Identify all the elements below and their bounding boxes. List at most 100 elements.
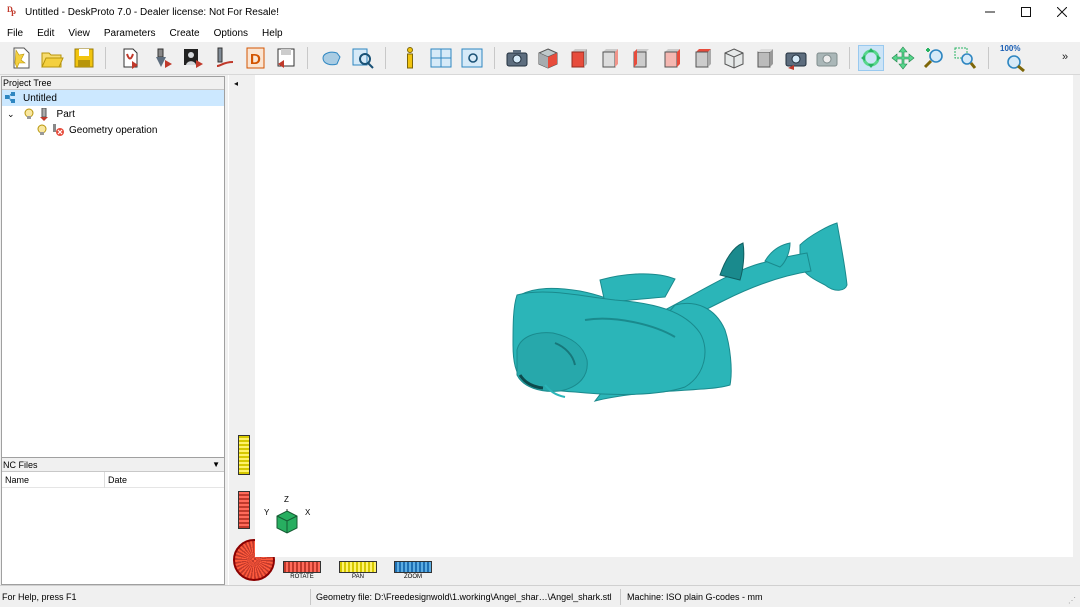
simulation-icon: [322, 51, 341, 66]
cube-left-icon: [633, 49, 649, 68]
view-left-button[interactable]: [628, 45, 654, 71]
3d-viewport[interactable]: Z Y X: [255, 75, 1073, 557]
axis-triad-cube-icon: [276, 509, 298, 534]
tree-label-part: Part: [56, 108, 75, 120]
left-panel: Project Tree Untitled ⌄ Part Geometry op…: [0, 75, 228, 585]
save-disk-icon: [74, 48, 94, 68]
svg-text:D: D: [250, 51, 261, 68]
rotate-icon: [861, 48, 881, 68]
tree-item-geometry-operation[interactable]: Geometry operation: [2, 122, 157, 138]
operation-button[interactable]: [212, 45, 238, 71]
column-header-date[interactable]: Date: [108, 475, 127, 485]
pan-mode-button[interactable]: [890, 45, 916, 71]
pan-bar[interactable]: [339, 561, 377, 573]
view-window-icon: [461, 48, 483, 68]
previous-view-button[interactable]: [783, 45, 809, 71]
new-file-icon: [13, 47, 30, 69]
part-parameters-button[interactable]: [149, 45, 175, 71]
next-view-button[interactable]: [814, 45, 840, 71]
cube-gray-icon: [757, 49, 773, 68]
info-button[interactable]: [397, 45, 423, 71]
cube-right-icon: [664, 49, 680, 68]
view-shaded-button[interactable]: [752, 45, 778, 71]
part-arrow-icon: [156, 48, 172, 68]
tree-label-geometry-operation: Geometry operation: [69, 124, 158, 136]
zoom-window-icon: [954, 47, 977, 69]
zoom-bar[interactable]: [394, 561, 432, 573]
view-front-button[interactable]: [566, 45, 592, 71]
save-button[interactable]: [71, 45, 97, 71]
tree-label-untitled: Untitled: [23, 92, 57, 104]
simulation-button[interactable]: [319, 45, 345, 71]
menu-edit[interactable]: Edit: [30, 28, 61, 39]
tree-item-untitled[interactable]: Untitled: [2, 90, 224, 106]
menu-create[interactable]: Create: [163, 28, 207, 39]
write-nc-button[interactable]: [273, 45, 299, 71]
axis-label-x: X: [305, 508, 311, 517]
open-button[interactable]: [39, 45, 65, 71]
nc-files-header[interactable]: NC Files ▼: [2, 458, 224, 472]
bitmap-portrait-icon: [184, 49, 203, 68]
axis-label-y: Y: [264, 508, 270, 517]
deskproto-logo-icon: D P: [7, 4, 16, 18]
preview-button[interactable]: [350, 45, 376, 71]
title-bar: D P Untitled - DeskProto 7.0 - Dealer li…: [0, 0, 1080, 24]
pan-arrows-icon: [891, 46, 915, 70]
four-views-icon: [430, 48, 452, 68]
collapse-panel-icon[interactable]: ◂: [234, 79, 238, 88]
menu-parameters[interactable]: Parameters: [97, 28, 163, 39]
menu-options[interactable]: Options: [207, 28, 255, 39]
load-part-icon: [123, 48, 138, 69]
save-nc-icon: [277, 48, 295, 68]
load-geometry-button[interactable]: [117, 45, 143, 71]
part-icon: [39, 107, 48, 121]
tree-item-part[interactable]: ⌄ Part: [2, 106, 75, 122]
column-header-name[interactable]: Name: [5, 475, 29, 485]
view-right-button[interactable]: [659, 45, 685, 71]
maximize-button[interactable]: [1008, 0, 1044, 24]
zoom-window-button[interactable]: [952, 45, 978, 71]
menu-view[interactable]: View: [61, 28, 97, 39]
zoom-label: ZOOM: [404, 574, 422, 580]
magnifier-preview-icon: [352, 48, 374, 69]
view-bottom-button[interactable]: [721, 45, 747, 71]
close-button[interactable]: [1044, 0, 1080, 24]
nc-files-columns: Name Date: [2, 472, 224, 488]
rotate-slider[interactable]: [238, 491, 250, 529]
rotate-label: ROTATE: [290, 574, 314, 580]
layout-button[interactable]: [428, 45, 454, 71]
dropdown-arrow-icon[interactable]: ▼: [212, 458, 220, 472]
tree-expand-chevron-icon[interactable]: ⌄: [7, 109, 15, 120]
minimize-button[interactable]: [972, 0, 1008, 24]
view-iso-button[interactable]: [535, 45, 561, 71]
pan-label: PAN: [352, 574, 364, 580]
bitmap-button[interactable]: [180, 45, 206, 71]
new-project-button[interactable]: [8, 45, 34, 71]
view-top-button[interactable]: [690, 45, 716, 71]
menu-file[interactable]: File: [0, 28, 30, 39]
bulb-icon: [37, 124, 47, 135]
axis-label-z: Z: [284, 495, 289, 504]
view-back-button[interactable]: [597, 45, 623, 71]
rotate-bar[interactable]: [283, 561, 321, 573]
view-window-button[interactable]: [459, 45, 485, 71]
zoom-fit-icon: [1007, 55, 1025, 72]
zoom-plus-icon: [923, 48, 943, 69]
dxf-d-icon: D: [246, 47, 265, 69]
pan-slider[interactable]: [238, 435, 250, 475]
zoom-mode-button[interactable]: [921, 45, 947, 71]
zoom-100-button[interactable]: 100%: [999, 44, 1027, 72]
dxf-button[interactable]: D: [243, 45, 269, 71]
camera-back-icon: [785, 52, 807, 70]
window-title: Untitled - DeskProto 7.0 - Dealer licens…: [25, 6, 279, 18]
menu-help[interactable]: Help: [255, 28, 290, 39]
viewport-frame: ◂ Z Y X ROTATE PAN ZOOM: [229, 75, 1080, 585]
status-geometry-file: Geometry file: D:\Freedesignwold\1.worki…: [316, 592, 612, 602]
angel-shark-model: [512, 222, 848, 402]
status-bar: For Help, press F1 Geometry file: D:\Fre…: [0, 585, 1080, 607]
cutter-icon: [216, 47, 234, 67]
toolbar-overflow-icon[interactable]: »: [1062, 51, 1068, 63]
camera-button[interactable]: [504, 45, 530, 71]
rotate-mode-button[interactable]: [858, 45, 884, 71]
resize-grip-icon[interactable]: ⋰: [1068, 596, 1076, 605]
